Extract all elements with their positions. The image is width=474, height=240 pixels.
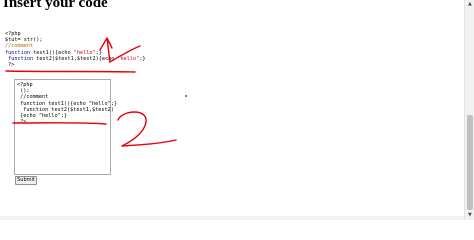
code-textarea-content[interactable]: <?php (); //comment function test1(){ech… (17, 82, 117, 125)
scroll-down-icon[interactable]: ▼ (468, 213, 472, 218)
scroll-up-icon[interactable]: ▲ (468, 2, 472, 7)
code-token: //comment (5, 43, 34, 50)
code-token: ?> (5, 62, 15, 69)
code-token: test2($test1,$test2){echo (33, 55, 118, 62)
annotation-underline-1 (5, 70, 136, 73)
code-token: function (5, 49, 30, 56)
code-textarea[interactable]: <?php (); //comment function test1(){ech… (14, 79, 117, 175)
scrollbar-thumb[interactable] (467, 115, 473, 210)
code-token: function (5, 55, 34, 62)
code-output-line: ?> (5, 62, 146, 68)
code-token: <?php (5, 31, 21, 37)
editor-line[interactable]: ?> (17, 119, 117, 125)
code-token: "hello" (73, 49, 96, 56)
code-token: "hello" (117, 55, 140, 62)
highlighted-code-output: <?php $tut= str();//comment function test1… (5, 31, 146, 68)
code-output-line: function test2($test1,$test2){echo "hell… (5, 55, 146, 62)
annotation-number-2 (117, 111, 177, 147)
editor-line[interactable]: function test1(){echo "hello";} (17, 101, 117, 107)
submit-button[interactable]: Submit (15, 176, 37, 185)
mouse-cursor-dot (185, 95, 187, 97)
code-token: ;} (139, 55, 146, 62)
horizontal-scrollbar[interactable] (0, 216, 464, 220)
vertical-scrollbar[interactable]: ▲ ▼ (464, 0, 474, 220)
code-token: $tut= str(); (5, 37, 43, 44)
page-heading: Insert your code (3, 0, 108, 11)
code-token: ;} (95, 49, 102, 56)
code-token: test1(){echo (30, 49, 74, 56)
